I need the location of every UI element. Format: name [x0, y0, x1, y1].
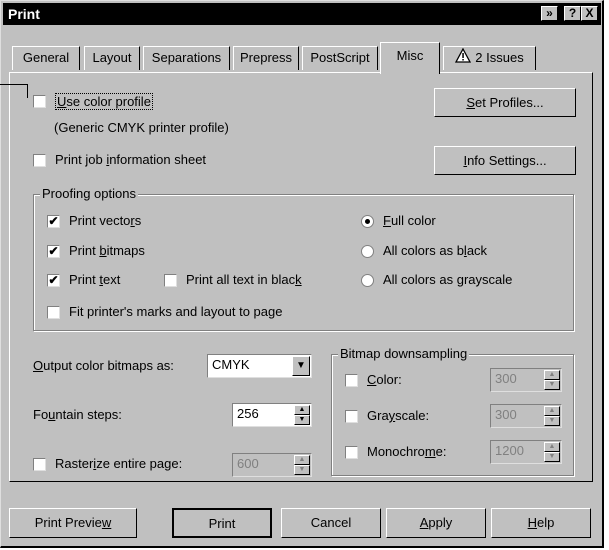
callout-line-vertical	[27, 84, 28, 98]
print-all-text-black-label: Print all text in black	[186, 272, 302, 287]
fit-marks-checkbox[interactable]	[47, 306, 60, 319]
fountain-steps-spinner[interactable]: ▲ ▼	[294, 405, 310, 425]
print-preview-button[interactable]: Print Preview	[9, 508, 137, 538]
title-bar: Print » ? X	[3, 3, 601, 25]
ds-grayscale-label: Grayscale:	[367, 408, 430, 423]
bitmap-downsampling-title: Bitmap downsampling	[338, 346, 470, 361]
apply-button[interactable]: Apply	[386, 508, 486, 538]
rasterize-input[interactable]: 600 ▲ ▼	[232, 453, 312, 477]
fountain-steps-label: Fountain steps:	[33, 407, 122, 422]
ds-grayscale-checkbox[interactable]	[345, 410, 358, 423]
print-vectors-label: Print vectors	[69, 213, 142, 228]
ds-grayscale-input[interactable]: 300 ▲ ▼	[490, 404, 562, 428]
ds-color-checkbox[interactable]	[345, 374, 358, 387]
use-color-profile-label: Use color profile	[55, 93, 153, 110]
all-black-radio[interactable]	[361, 245, 374, 258]
ds-grayscale-spinner[interactable]: ▲ ▼	[544, 406, 560, 426]
ds-monochrome-input[interactable]: 1200 ▲ ▼	[490, 440, 562, 464]
tab-separations[interactable]: Separations	[143, 46, 230, 70]
print-bitmaps-label: Print bitmaps	[69, 243, 145, 258]
print-vectors-checkbox[interactable]: ✔	[47, 215, 60, 228]
output-bitmaps-select[interactable]: CMYK ▼	[207, 354, 312, 378]
chevron-down-icon[interactable]: ▼	[292, 356, 310, 376]
help-button[interactable]: Help	[491, 508, 591, 538]
close-button[interactable]: X	[581, 6, 598, 21]
ds-color-spinner[interactable]: ▲ ▼	[544, 370, 560, 390]
ds-color-input[interactable]: 300 ▲ ▼	[490, 368, 562, 392]
tab-postscript[interactable]: PostScript	[302, 46, 378, 70]
restore-button[interactable]: »	[541, 6, 558, 21]
rasterize-spinner[interactable]: ▲ ▼	[294, 455, 310, 475]
tab-layout[interactable]: Layout	[84, 46, 140, 70]
ds-color-label: Color:	[367, 372, 402, 387]
profile-description: (Generic CMYK printer profile)	[54, 120, 229, 135]
tab-misc[interactable]: Misc	[380, 42, 440, 74]
info-settings-button[interactable]: Info Settings...	[434, 146, 576, 175]
print-bitmaps-checkbox[interactable]: ✔	[47, 245, 60, 258]
use-color-profile-checkbox[interactable]	[33, 95, 46, 108]
full-color-radio[interactable]	[361, 215, 374, 228]
all-grayscale-label: All colors as grayscale	[383, 272, 513, 287]
fit-marks-label: Fit printer's marks and layout to page	[69, 304, 283, 319]
set-profiles-button[interactable]: Set Profiles...	[434, 88, 576, 117]
rasterize-label: Rasterize entire page:	[55, 456, 183, 471]
print-button[interactable]: Print	[172, 508, 272, 538]
warning-icon	[455, 47, 472, 70]
callout-line	[0, 84, 28, 85]
print-all-text-black-checkbox[interactable]	[164, 274, 177, 287]
ds-monochrome-checkbox[interactable]	[345, 446, 358, 459]
full-color-label: Full color	[383, 213, 436, 228]
ds-monochrome-label: Monochrome:	[367, 444, 447, 459]
tab-prepress[interactable]: Prepress	[233, 46, 299, 70]
rasterize-checkbox[interactable]	[33, 458, 46, 471]
misc-panel: Use color profile (Generic CMYK printer …	[9, 72, 593, 482]
tab-issues[interactable]: 2 Issues	[443, 46, 536, 70]
fountain-steps-input[interactable]: 256 ▲ ▼	[232, 403, 312, 427]
window-title: Print	[8, 6, 40, 22]
print-job-sheet-label: Print job information sheet	[55, 152, 207, 167]
print-job-sheet-checkbox[interactable]	[33, 154, 46, 167]
output-bitmaps-label: Output color bitmaps as:	[33, 358, 174, 373]
all-black-label: All colors as black	[383, 243, 488, 258]
cancel-button[interactable]: Cancel	[281, 508, 381, 538]
all-grayscale-radio[interactable]	[361, 274, 374, 287]
print-text-label: Print text	[69, 272, 121, 287]
proofing-options-title: Proofing options	[40, 186, 138, 201]
tab-general[interactable]: General	[12, 46, 80, 70]
print-text-checkbox[interactable]: ✔	[47, 274, 60, 287]
help-title-button[interactable]: ?	[564, 6, 581, 21]
ds-monochrome-spinner[interactable]: ▲ ▼	[544, 442, 560, 462]
